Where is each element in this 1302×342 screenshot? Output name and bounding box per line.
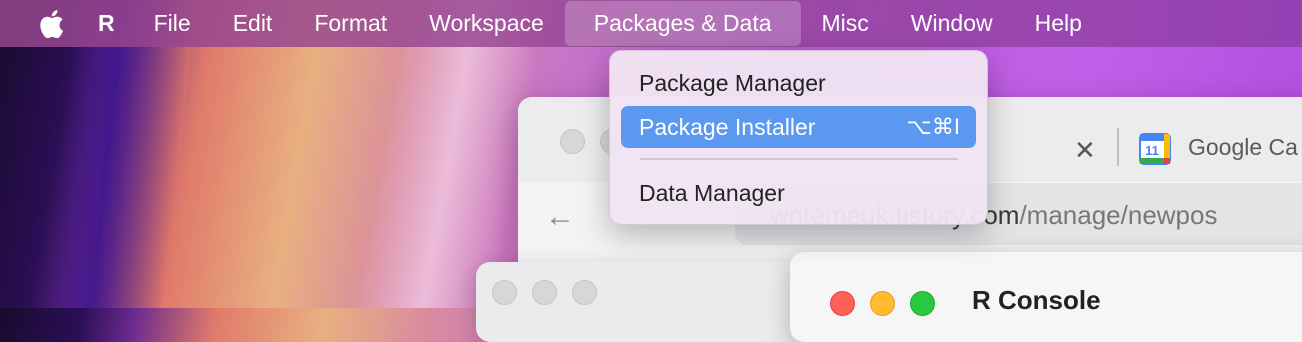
menu-app-r[interactable]: R [80, 1, 133, 46]
menu-packages-data[interactable]: Packages & Data [564, 1, 801, 46]
window-zoom-button[interactable] [572, 280, 597, 305]
menu-item-label: Package Installer [639, 114, 816, 140]
console-minimize-button[interactable] [870, 291, 895, 316]
menu-item-label: Package Manager [639, 70, 826, 96]
window-close-button[interactable] [492, 280, 517, 305]
calendar-day-number: 11 [1145, 143, 1159, 158]
console-zoom-button[interactable] [910, 291, 935, 316]
menu-format[interactable]: Format [293, 1, 408, 46]
menu-file[interactable]: File [133, 1, 212, 46]
menu-window[interactable]: Window [890, 1, 1014, 46]
menu-item-package-manager[interactable]: Package Manager [621, 62, 976, 104]
back-arrow-icon[interactable]: ← [545, 200, 575, 234]
window-minimize-button[interactable] [532, 280, 557, 305]
console-close-button[interactable] [830, 291, 855, 316]
url-path: /manage/newpos [1019, 200, 1218, 230]
tab-separator [1117, 128, 1119, 166]
menu-bar: R File Edit Format Workspace Packages & … [0, 0, 1302, 47]
menu-item-data-manager[interactable]: Data Manager [621, 172, 976, 214]
menu-separator [640, 158, 958, 160]
menu-item-label: Data Manager [639, 180, 785, 206]
menu-item-package-installer[interactable]: Package Installer ⌥⌘I [621, 106, 976, 148]
menu-help[interactable]: Help [1014, 1, 1103, 46]
menu-workspace[interactable]: Workspace [408, 1, 565, 46]
menu-misc[interactable]: Misc [801, 1, 890, 46]
console-title: R Console [972, 285, 1101, 315]
tab-close-icon[interactable]: ✕ [1074, 135, 1096, 166]
browser-tab-title[interactable]: Google Ca [1188, 134, 1298, 161]
menu-item-shortcut: ⌥⌘I [906, 114, 960, 139]
menu-edit[interactable]: Edit [212, 1, 294, 46]
packages-data-dropdown: Package Manager Package Installer ⌥⌘I Da… [609, 50, 988, 225]
apple-logo-icon[interactable] [38, 9, 66, 39]
browser-close-button[interactable] [560, 129, 585, 154]
google-calendar-icon: 11 [1139, 133, 1171, 165]
